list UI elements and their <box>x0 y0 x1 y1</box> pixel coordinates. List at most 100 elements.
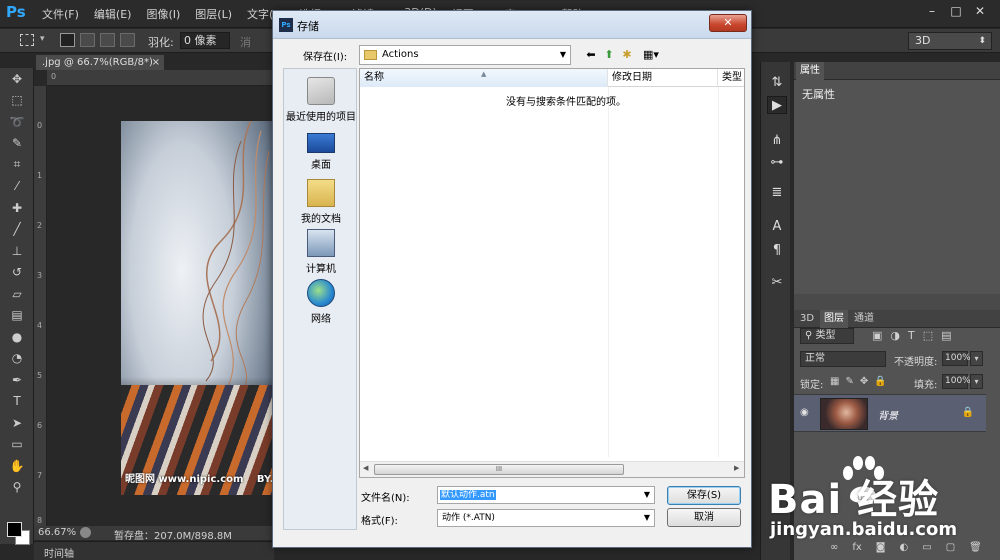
eraser-tool-icon[interactable]: ▱ <box>0 283 34 305</box>
dialog-close-button[interactable]: ✕ <box>709 14 747 32</box>
save-button[interactable]: 保存(S) <box>667 486 741 505</box>
document-tab[interactable]: .jpg @ 66.7%(RGB/8*) × <box>36 55 164 70</box>
adjustments-panel-icon[interactable]: ⊶ <box>767 154 787 172</box>
place-network[interactable]: 网络 <box>284 279 358 325</box>
eyedropper-tool-icon[interactable]: ⁄ <box>0 176 34 198</box>
character-panel-icon[interactable]: A <box>767 218 787 236</box>
marquee-tool-icon[interactable]: ⬚ <box>0 90 34 112</box>
file-list[interactable]: ▲ 名称 修改日期 类型 没有与搜索条件匹配的项。 ◀ III ▶ <box>359 68 745 478</box>
close-window-button[interactable]: ✕ <box>968 4 992 20</box>
column-modified[interactable]: 修改日期 <box>608 69 718 87</box>
column-name[interactable]: ▲ 名称 <box>360 69 608 87</box>
tool-presets-icon[interactable]: ✂ <box>767 274 787 292</box>
type-tool-icon[interactable]: T <box>0 391 34 413</box>
tab-channels[interactable]: 通道 <box>850 310 878 328</box>
filename-input[interactable]: 默认动作.atn ▼ <box>437 486 655 504</box>
paragraph-mark-icon[interactable]: ¶ <box>767 242 787 260</box>
tab-properties[interactable]: 属性 <box>796 62 824 80</box>
intersect-selection-icon[interactable] <box>120 33 135 47</box>
opacity-stepper[interactable]: ▾ <box>970 351 983 366</box>
tab-3d[interactable]: 3D <box>796 310 818 328</box>
fill-input[interactable]: 100% <box>942 374 971 389</box>
new-folder-icon[interactable]: ✱ <box>619 47 635 63</box>
view-menu-icon[interactable]: ▦▾ <box>639 47 663 63</box>
pixel-filter-icon[interactable]: ▣ <box>872 329 882 342</box>
healing-brush-tool-icon[interactable]: ✚ <box>0 197 34 219</box>
scroll-left-icon[interactable]: ◀ <box>363 464 368 472</box>
layer-filter-select[interactable]: ⚲ 类型 <box>800 328 854 344</box>
zoom-tool-icon[interactable]: ⚲ <box>0 477 34 499</box>
add-selection-icon[interactable] <box>80 33 95 47</box>
lock-paint-icon[interactable]: ✎ <box>845 376 853 387</box>
paragraph-panel-icon[interactable]: ≣ <box>767 184 787 202</box>
hand-tool-icon[interactable]: ✋ <box>0 455 34 477</box>
place-recent[interactable]: 最近使用的项目 <box>284 77 358 123</box>
crop-tool-icon[interactable]: ⌗ <box>0 154 34 176</box>
gradient-tool-icon[interactable]: ▤ <box>0 305 34 327</box>
path-select-tool-icon[interactable]: ➤ <box>0 412 34 434</box>
maximize-button[interactable]: □ <box>944 4 968 20</box>
lasso-tool-icon[interactable]: ➰ <box>0 111 34 133</box>
blur-tool-icon[interactable]: ● <box>0 326 34 348</box>
opacity-input[interactable]: 100% <box>942 351 971 366</box>
brush-tool-icon[interactable]: ╱ <box>0 219 34 241</box>
chevron-updown-icon: ⬍ <box>978 36 986 46</box>
status-info-icon[interactable] <box>80 527 91 538</box>
dodge-tool-icon[interactable]: ◔ <box>0 348 34 370</box>
foreground-color-swatch[interactable] <box>7 522 22 537</box>
chevron-down-icon[interactable]: ▾ <box>40 34 45 44</box>
menu-image[interactable]: 图像(I) <box>146 6 180 22</box>
tab-layers[interactable]: 图层 <box>820 310 848 328</box>
lock-all-icon[interactable]: 🔒 <box>874 376 886 387</box>
visibility-eye-icon[interactable]: ◉ <box>800 407 809 418</box>
shape-filter-icon[interactable]: ⬚ <box>923 329 933 342</box>
history-brush-tool-icon[interactable]: ↺ <box>0 262 34 284</box>
minimize-button[interactable]: – <box>920 4 944 20</box>
chevron-down-icon[interactable]: ▼ <box>644 487 650 503</box>
quick-select-tool-icon[interactable]: ✎ <box>0 133 34 155</box>
up-folder-icon[interactable]: ⬆ <box>601 47 617 63</box>
document-canvas[interactable]: 昵图网 www.nipic.com BY... <box>47 86 274 526</box>
marquee-preset-icon[interactable] <box>20 34 34 46</box>
stamp-tool-icon[interactable]: ⊥ <box>0 240 34 262</box>
chevron-down-icon: ▼ <box>559 50 566 59</box>
scroll-right-icon[interactable]: ▶ <box>734 464 739 472</box>
column-type[interactable]: 类型 <box>718 69 746 87</box>
blend-mode-select[interactable]: 正常 <box>800 351 886 367</box>
move-tool-icon[interactable]: ✥ <box>0 68 34 90</box>
place-computer[interactable]: 计算机 <box>284 229 358 275</box>
subtract-selection-icon[interactable] <box>100 33 115 47</box>
type-filter-icon[interactable]: T <box>908 329 915 342</box>
save-dialog: Ps 存储 ✕ 保存在(I): Actions ▼ ⬅ ⬆ ✱ ▦▾ 最近使用的… <box>272 10 752 548</box>
place-desktop[interactable]: 桌面 <box>284 129 358 171</box>
place-documents[interactable]: 我的文档 <box>284 179 358 225</box>
menu-edit[interactable]: 编辑(E) <box>94 6 132 22</box>
smart-filter-icon[interactable]: ▤ <box>941 329 951 342</box>
layer-name[interactable]: 背景 <box>878 407 898 422</box>
zoom-level[interactable]: 66.67% <box>38 527 76 538</box>
adjustment-filter-icon[interactable]: ◑ <box>890 329 900 342</box>
scrollbar-thumb[interactable]: III <box>374 464 624 475</box>
brush-panel-icon[interactable]: ⋔ <box>767 132 787 150</box>
save-in-select[interactable]: Actions ▼ <box>359 45 571 65</box>
horizontal-scrollbar[interactable]: ◀ III ▶ <box>360 461 744 477</box>
timeline-label: 时间轴 <box>44 549 74 560</box>
close-tab-icon[interactable]: × <box>152 55 160 70</box>
back-icon[interactable]: ⬅ <box>583 47 599 63</box>
cancel-button[interactable]: 取消 <box>667 508 741 527</box>
workspace-select[interactable]: 3D ⬍ <box>908 32 992 50</box>
lock-transparent-icon[interactable]: ▦ <box>830 376 839 387</box>
feather-input[interactable]: 0 像素 <box>180 32 230 49</box>
pen-tool-icon[interactable]: ✒ <box>0 369 34 391</box>
menu-layer[interactable]: 图层(L) <box>195 6 232 22</box>
layer-row[interactable]: ◉ 背景 🔒 <box>794 394 986 432</box>
menu-file[interactable]: 文件(F) <box>42 6 79 22</box>
timeline-panel[interactable]: 时间轴 <box>34 541 274 560</box>
new-selection-icon[interactable] <box>60 33 75 47</box>
actions-panel-icon[interactable]: ▶ <box>767 96 787 114</box>
format-select[interactable]: 动作 (*.ATN) ▼ <box>437 509 655 527</box>
lock-position-icon[interactable]: ✥ <box>860 376 868 387</box>
history-panel-icon[interactable]: ⇅ <box>767 74 787 92</box>
shape-tool-icon[interactable]: ▭ <box>0 434 34 456</box>
fill-stepper[interactable]: ▾ <box>970 374 983 389</box>
